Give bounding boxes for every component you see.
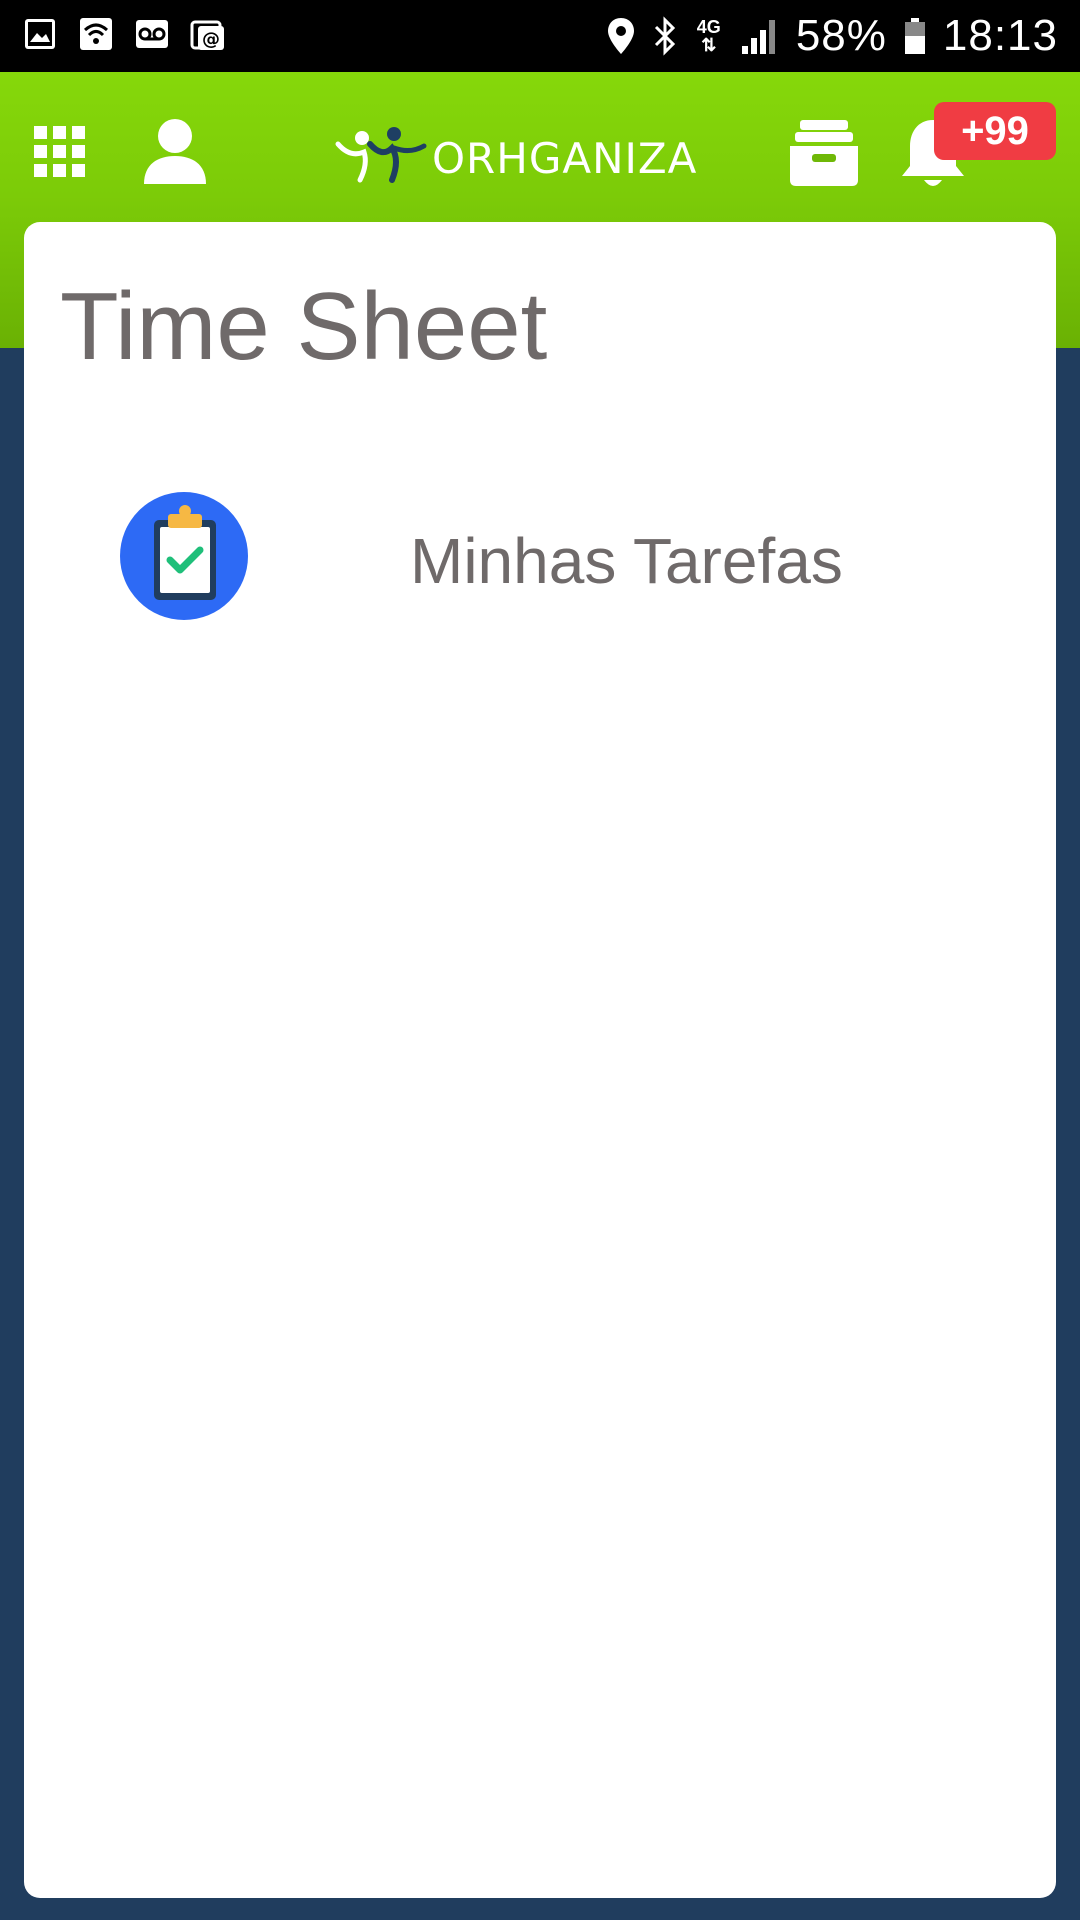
wifi-notification-icon [80,18,112,50]
page-title: Time Sheet [60,273,548,380]
svg-text:@: @ [202,29,220,50]
content-card: Time Sheet Minhas Tarefas [24,222,1056,1898]
inbox-icon[interactable] [788,118,860,188]
status-system: 4G ⇅ 58% 18:13 [606,0,1058,72]
user-profile-icon[interactable] [140,118,210,186]
bluetooth-icon [654,16,675,56]
notification-badge[interactable]: +99 [934,102,1056,160]
item-icon-container [120,492,248,620]
app-root: @ 4G ⇅ 58% 18:13 ORHGANIZA +99 Time Shee… [0,0,1080,1920]
list-item-label: Minhas Tarefas [410,525,843,597]
voicemail-icon [136,20,168,48]
logo-wordmark: ORHGANIZA [432,134,698,183]
gallery-icon [25,19,55,49]
email-notification-icon: @ [190,20,224,50]
network-type-label: 4G [696,17,721,37]
list-item-minhas-tarefas[interactable]: Minhas Tarefas [120,492,1000,622]
signal-icon [741,20,775,54]
clipboard-check-icon [154,505,216,600]
location-icon [607,18,634,54]
battery-icon [904,18,925,54]
status-bar: @ 4G ⇅ 58% 18:13 [0,0,1080,72]
clock: 18:13 [942,11,1058,60]
app-logo: ORHGANIZA [334,124,704,188]
battery-percent: 58% [795,11,887,60]
network-type: 4G ⇅ [696,17,721,55]
apps-grid-icon[interactable] [32,124,88,180]
logo-figures-icon [335,127,427,183]
status-notifications: @ [22,16,226,52]
